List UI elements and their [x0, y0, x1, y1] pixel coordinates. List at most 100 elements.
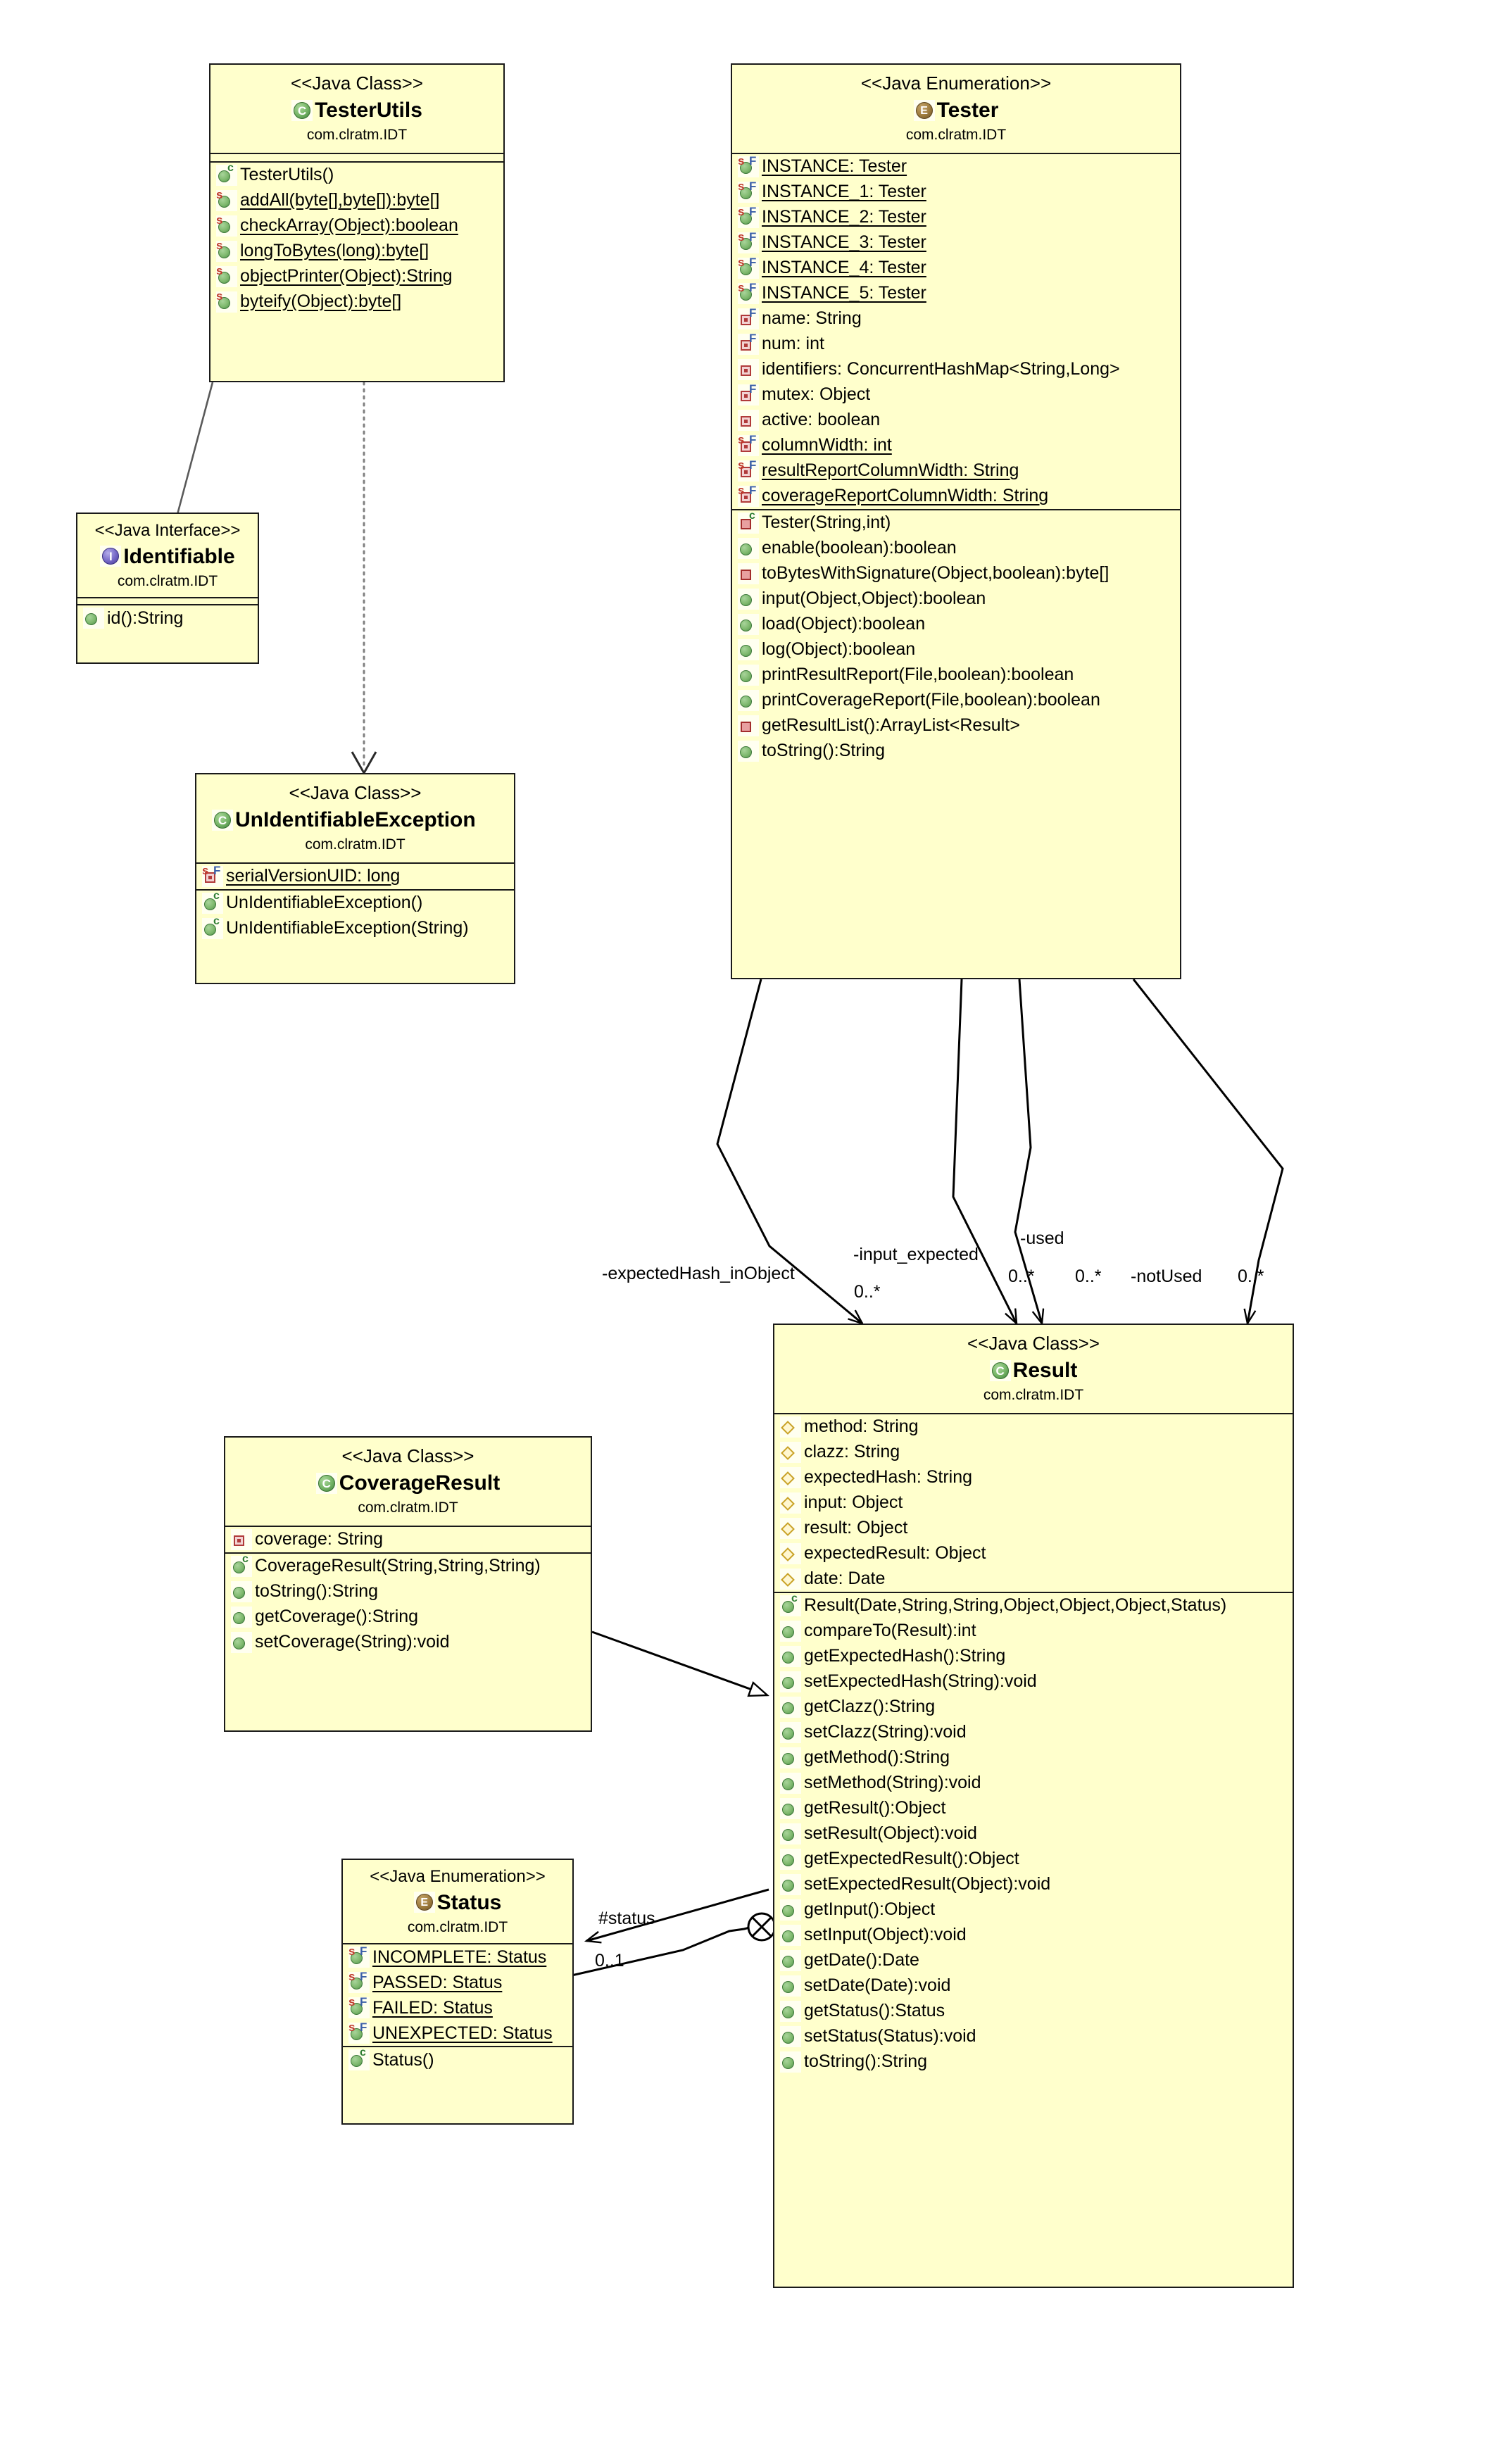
member-row[interactable]: s FserialVersionUID: long — [196, 864, 514, 889]
class-box-testerutils[interactable]: <<Java Class>> TesterUtils com.clratm.ID… — [209, 63, 505, 382]
member-row[interactable]: load(Object):boolean — [732, 612, 1180, 637]
member-row[interactable]: active: boolean — [732, 408, 1180, 433]
member-row[interactable]: getExpectedHash():String — [774, 1644, 1293, 1669]
member-row[interactable]: coverage: String — [225, 1527, 591, 1552]
member-row[interactable]: c TesterUtils() — [210, 163, 503, 188]
member-row[interactable]: s F PASSED: Status — [343, 1970, 572, 1995]
member-row[interactable]: s F UNEXPECTED: Status — [343, 2020, 572, 2046]
member-row[interactable]: getClazz():String — [774, 1695, 1293, 1720]
member-label: getInput():Object — [804, 1899, 936, 1920]
member-row[interactable]: c Result(Date,String,String,Object,Object… — [774, 1593, 1293, 1618]
member-row[interactable]: getStatus():Status — [774, 1999, 1293, 2024]
member-row[interactable]: c Tester(String,int) — [732, 510, 1180, 536]
class-box-unidentifiableexception[interactable]: <<Java Class>> UnIdentifiableException c… — [195, 773, 515, 984]
member-row[interactable]: s F INSTANCE_5: Tester — [732, 281, 1180, 306]
member-row[interactable]: s FcolumnWidth: int — [732, 433, 1180, 458]
member-row[interactable]: s F INSTANCE_1: Tester — [732, 180, 1180, 205]
member-row[interactable]: getExpectedResult():Object — [774, 1847, 1293, 1872]
member-row[interactable]: input(Object,Object):boolean — [732, 586, 1180, 612]
member-row[interactable]: Fnum: int — [732, 332, 1180, 357]
member-row[interactable]: s addAll(byte[],byte[]):byte[] — [210, 188, 503, 213]
member-row[interactable]: date: Date — [774, 1566, 1293, 1592]
member-row[interactable]: enable(boolean):boolean — [732, 536, 1180, 561]
member-row[interactable]: c CoverageResult(String,String,String) — [225, 1554, 591, 1579]
member-label: printCoverageReport(File,boolean):boolea… — [762, 690, 1100, 710]
member-row[interactable]: id():String — [77, 605, 258, 631]
member-row[interactable]: Fname: String — [732, 306, 1180, 332]
public-constructor-icon: c — [216, 163, 237, 186]
member-row[interactable]: s F INCOMPLETE: Status — [343, 1944, 572, 1970]
member-row[interactable]: setDate(Date):void — [774, 1973, 1293, 1999]
public-constructor-icon: c — [202, 916, 223, 939]
member-label: getStatus():Status — [804, 2001, 945, 2021]
class-box-result[interactable]: <<Java Class>> Result com.clratm.IDT met… — [773, 1324, 1294, 2288]
class-box-status[interactable]: <<Java Enumeration>> Status com.clratm.I… — [341, 1859, 574, 2125]
member-row[interactable]: input: Object — [774, 1490, 1293, 1516]
member-row[interactable]: getCoverage():String — [225, 1604, 591, 1630]
member-row[interactable]: toBytesWithSignature(Object,boolean):byt… — [732, 561, 1180, 586]
class-name-unidentifiableexception: UnIdentifiableException — [202, 807, 508, 834]
member-row[interactable]: printResultReport(File,boolean):boolean — [732, 662, 1180, 688]
class-header-coverageresult: <<Java Class>> CoverageResult com.clratm… — [225, 1438, 591, 1527]
member-row[interactable]: c UnIdentifiableException() — [196, 891, 514, 916]
member-row[interactable]: c UnIdentifiableException(String) — [196, 916, 514, 941]
member-row[interactable]: getDate():Date — [774, 1948, 1293, 1973]
member-row[interactable]: c Status() — [343, 2047, 572, 2073]
package-label: com.clratm.IDT — [905, 127, 1007, 144]
member-row[interactable]: setClazz(String):void — [774, 1720, 1293, 1745]
member-row[interactable]: getMethod():String — [774, 1745, 1293, 1771]
class-box-coverageresult[interactable]: <<Java Class>> CoverageResult com.clratm… — [224, 1436, 592, 1732]
member-row[interactable]: setExpectedResult(Object):void — [774, 1872, 1293, 1897]
member-row[interactable]: s checkArray(Object):boolean — [210, 213, 503, 239]
edge-label-inputexpected-mult: 0..* — [1008, 1266, 1035, 1286]
member-row[interactable]: s longToBytes(long):byte[] — [210, 239, 503, 264]
member-row[interactable]: toString():String — [774, 2049, 1293, 2075]
member-row[interactable]: s F INSTANCE_4: Tester — [732, 256, 1180, 281]
member-row[interactable]: clazz: String — [774, 1440, 1293, 1465]
member-row[interactable]: setMethod(String):void — [774, 1771, 1293, 1796]
member-row[interactable]: log(Object):boolean — [732, 637, 1180, 662]
methods-compartment-coverageresult: c CoverageResult(String,String,String) toS… — [225, 1552, 591, 1655]
attributes-compartment-result: method: String clazz: String expectedHash:… — [774, 1414, 1293, 1592]
member-row[interactable]: toString():String — [225, 1579, 591, 1604]
attributes-compartment-unidentifiableexception: s FserialVersionUID: long — [196, 864, 514, 889]
member-row[interactable]: expectedHash: String — [774, 1465, 1293, 1490]
member-row[interactable]: setStatus(Status):void — [774, 2024, 1293, 2049]
member-row[interactable]: getResult():Object — [774, 1796, 1293, 1821]
public-static-final-field-icon: sF — [348, 1945, 370, 1968]
member-row[interactable]: toString():String — [732, 738, 1180, 764]
class-box-tester[interactable]: <<Java Enumeration>> Tester com.clratm.I… — [731, 63, 1181, 979]
member-row[interactable]: printCoverageReport(File,boolean):boolea… — [732, 688, 1180, 713]
member-row[interactable]: s F FAILED: Status — [343, 1995, 572, 2020]
member-row[interactable]: setResult(Object):void — [774, 1821, 1293, 1847]
member-label: byteify(Object):byte[] — [240, 291, 402, 312]
member-row[interactable]: method: String — [774, 1414, 1293, 1440]
member-row[interactable]: getResultList():ArrayList<Result> — [732, 713, 1180, 738]
member-row[interactable]: s byteify(Object):byte[] — [210, 289, 503, 315]
edge-label-expectedhash-role: -expectedHash_inObject — [602, 1264, 795, 1283]
member-row[interactable]: s F INSTANCE_2: Tester — [732, 205, 1180, 230]
member-label: toString():String — [804, 2051, 928, 2072]
member-row[interactable]: setInput(Object):void — [774, 1923, 1293, 1948]
stereotype-label: <<Java Class>> — [289, 782, 422, 803]
methods-compartment-testerutils: c TesterUtils() s addAll(byte[],byte[]):byt… — [210, 161, 503, 315]
member-row[interactable]: expectedResult: Object — [774, 1541, 1293, 1566]
member-row[interactable]: getInput():Object — [774, 1897, 1293, 1923]
member-row[interactable]: setCoverage(String):void — [225, 1630, 591, 1655]
member-label: FAILED: Status — [372, 1997, 493, 2018]
class-box-identifiable[interactable]: <<Java Interface>> Identifiable com.clra… — [76, 513, 259, 664]
private-method-icon — [738, 562, 759, 584]
member-row[interactable]: setExpectedHash(String):void — [774, 1669, 1293, 1695]
member-label: Tester(String,int) — [762, 513, 891, 533]
member-row[interactable]: s F INSTANCE: Tester — [732, 154, 1180, 180]
member-label: CoverageResult(String,String,String) — [255, 1556, 541, 1576]
member-row[interactable]: identifiers: ConcurrentHashMap<String,Lo… — [732, 357, 1180, 382]
member-row[interactable]: compareTo(Result):int — [774, 1618, 1293, 1644]
member-row[interactable]: result: Object — [774, 1516, 1293, 1541]
member-row[interactable]: Fmutex: Object — [732, 382, 1180, 408]
member-row[interactable]: s F INSTANCE_3: Tester — [732, 230, 1180, 256]
member-row[interactable]: s objectPrinter(Object):String — [210, 264, 503, 289]
member-row[interactable]: s FcoverageReportColumnWidth: String — [732, 484, 1180, 509]
public-constructor-icon: c — [348, 2047, 370, 2071]
member-row[interactable]: s FresultReportColumnWidth: String — [732, 458, 1180, 484]
